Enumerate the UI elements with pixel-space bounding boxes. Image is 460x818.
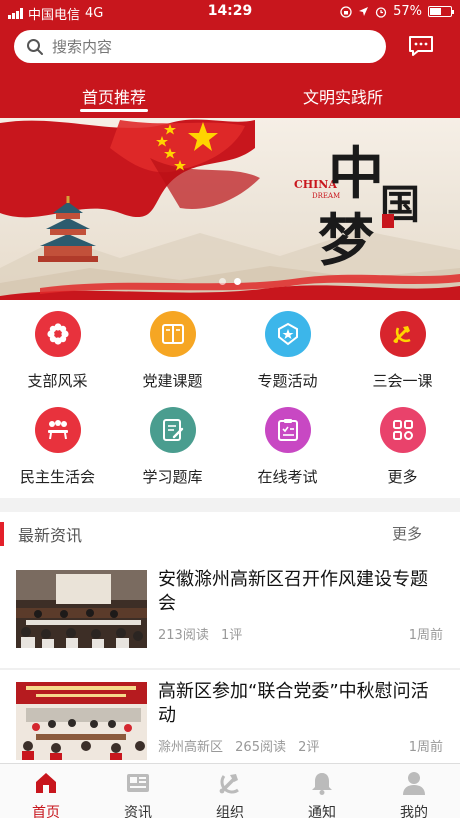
news-item[interactable]: 安徽滁州高新区召开作风建设专题会 213阅读 1评 1周前 <box>0 558 460 668</box>
grid-label: 在线考试 <box>257 468 318 486</box>
status-bar: 中国电信 4G 14:29 57% <box>0 0 460 26</box>
tabbar-label: 我的 <box>400 805 428 818</box>
bottom-tab-bar: 首页 资讯 组织 通知 我的 <box>0 763 460 818</box>
grid-item-special-activities[interactable]: 专题活动 <box>230 300 345 395</box>
news-section-header: 最新资讯 更多 <box>0 512 460 556</box>
alarm-icon <box>375 6 387 18</box>
book-icon <box>149 311 196 357</box>
news-meta: 213阅读 1评 <box>158 624 250 643</box>
news-icon <box>127 774 149 792</box>
feature-grid: 支部风采 党建课题 专题活动 三会一课 民主生活会 学习题库 在线考试 更多 <box>0 300 460 498</box>
tabbar-notice[interactable]: 通知 <box>276 768 368 818</box>
grid-item-branch-style[interactable]: 支部风采 <box>0 300 115 395</box>
grid-label: 学习题库 <box>142 468 203 486</box>
grid-item-question-bank[interactable]: 学习题库 <box>115 396 230 491</box>
carousel-dot[interactable] <box>219 278 226 285</box>
news-title: 高新区参加“联合党委”中秋慰问活动 <box>158 681 429 726</box>
tabbar-org[interactable]: 组织 <box>184 768 276 818</box>
grid-item-online-exam[interactable]: 在线考试 <box>230 396 345 491</box>
edit-doc-icon <box>149 407 196 453</box>
search-icon <box>27 38 43 55</box>
grid-item-three-sessions[interactable]: 三会一课 <box>345 300 460 395</box>
news-reads: 213阅读 <box>158 628 209 643</box>
grid-item-party-topics[interactable]: 党建课题 <box>115 300 230 395</box>
location-icon <box>359 7 369 16</box>
news-thumbnail <box>16 682 147 760</box>
grid-item-democratic-life-meeting[interactable]: 民主生活会 <box>0 396 115 491</box>
tabbar-label: 资讯 <box>124 805 152 818</box>
active-tab-indicator <box>80 109 148 112</box>
top-tabs: 首页推荐 文明实践所 <box>0 80 460 116</box>
news-meta: 滁州高新区 265阅读 2评 <box>158 736 327 755</box>
tabbar-label: 通知 <box>308 805 336 818</box>
app-screen: 中国电信 4G 14:29 57% 搜索内容 首页推荐 文明实践所 CHINA … <box>0 0 460 818</box>
search-placeholder: 搜索内容 <box>52 38 113 56</box>
tab-civilization-practice[interactable]: 文明实践所 <box>303 84 383 108</box>
section-title: 最新资讯 <box>18 526 83 545</box>
grid-label: 党建课题 <box>142 372 203 390</box>
party-emblem-icon <box>219 774 239 794</box>
section-divider <box>0 498 460 512</box>
news-title: 安徽滁州高新区召开作风建设专题会 <box>158 569 428 614</box>
grid-label: 专题活动 <box>257 372 318 390</box>
tabbar-label: 首页 <box>32 805 60 818</box>
news-comments: 1评 <box>220 628 243 643</box>
carousel-dot-active[interactable] <box>234 278 241 285</box>
news-source: 滁州高新区 <box>158 740 224 755</box>
tabbar-news[interactable]: 资讯 <box>92 768 184 818</box>
banner-carousel[interactable]: CHINA DREAM 中 国 梦 <box>0 118 460 300</box>
battery-percent: 57% <box>393 4 422 19</box>
news-reads: 265阅读 <box>235 740 286 755</box>
svg-text:中: 中 <box>328 141 384 207</box>
home-icon <box>36 773 56 793</box>
lock-rotation-icon <box>340 5 352 18</box>
grid-label: 支部风采 <box>27 372 88 390</box>
news-comments: 2评 <box>298 740 320 755</box>
battery-icon <box>428 6 454 17</box>
carousel-dots <box>0 278 460 285</box>
grid-label: 三会一课 <box>372 372 433 390</box>
flower-icon <box>34 311 81 357</box>
search-input[interactable]: 搜索内容 <box>14 30 386 63</box>
grid-label: 更多 <box>387 468 418 486</box>
message-icon[interactable] <box>408 35 434 57</box>
party-emblem-icon <box>379 311 426 357</box>
grid-item-more[interactable]: 更多 <box>345 396 460 491</box>
accent-bar <box>0 522 4 546</box>
tabbar-label: 组织 <box>216 805 244 818</box>
more-link[interactable]: 更多 <box>392 523 422 544</box>
user-icon <box>403 772 425 795</box>
bell-icon <box>312 773 332 795</box>
header: 中国电信 4G 14:29 57% 搜索内容 首页推荐 文明实践所 <box>0 0 460 118</box>
tabbar-mine[interactable]: 我的 <box>368 768 460 818</box>
checklist-icon <box>264 407 311 453</box>
tab-recommend[interactable]: 首页推荐 <box>82 84 146 108</box>
svg-text:梦: 梦 <box>318 208 374 274</box>
grid-label: 民主生活会 <box>19 468 95 486</box>
more-grid-icon <box>379 407 426 453</box>
news-time: 1周前 <box>408 740 443 755</box>
news-time: 1周前 <box>408 628 443 643</box>
news-thumbnail <box>16 570 147 648</box>
meeting-icon <box>34 407 81 453</box>
banner-image: CHINA DREAM 中 国 梦 <box>0 119 460 300</box>
tabbar-home[interactable]: 首页 <box>0 768 92 818</box>
badge-star-icon <box>264 311 311 357</box>
